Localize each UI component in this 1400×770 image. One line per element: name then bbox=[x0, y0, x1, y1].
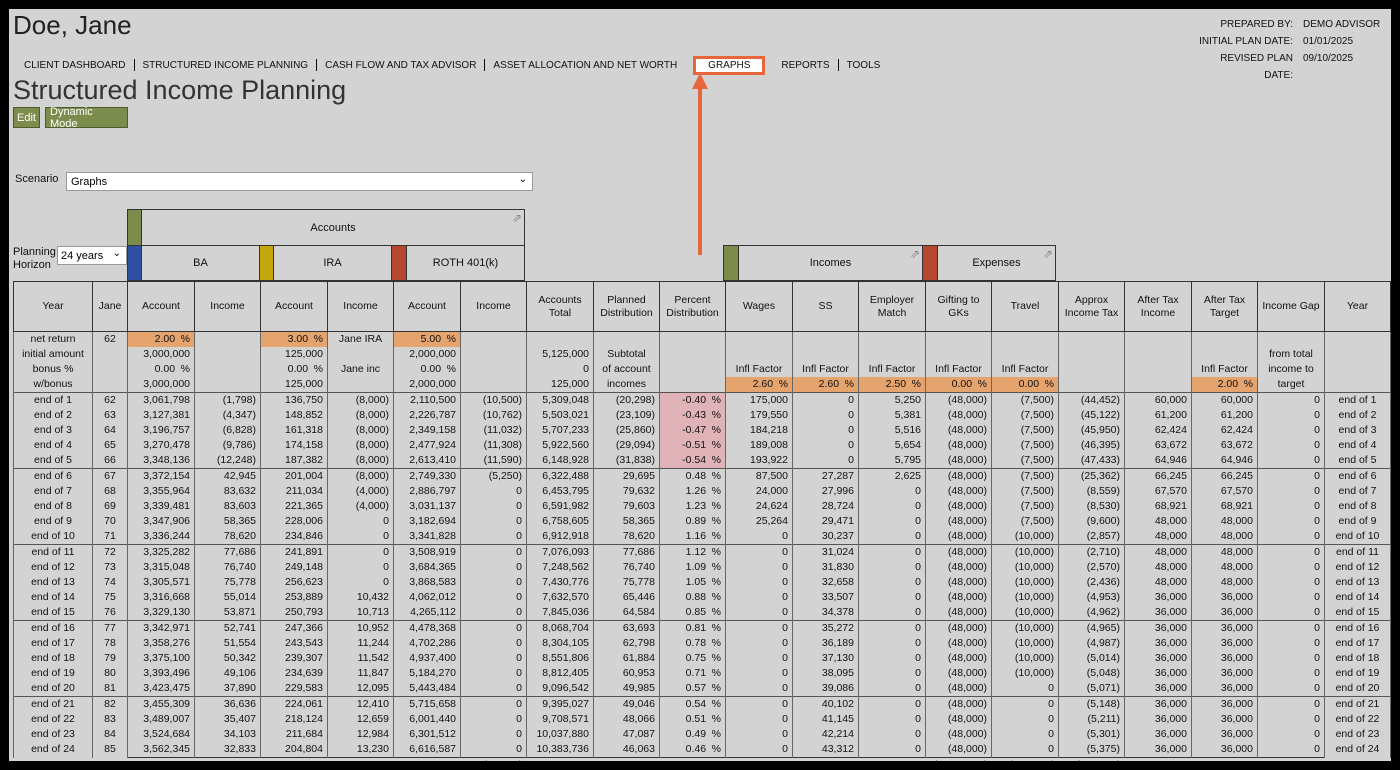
scenario-label: Scenario bbox=[15, 173, 59, 185]
ira-color-swatch bbox=[259, 245, 274, 281]
column-header: Gifting to GKs bbox=[925, 281, 992, 332]
incomes-color-swatch bbox=[723, 245, 739, 281]
planning-horizon-value: 24 years bbox=[61, 249, 104, 262]
column-header: After Tax Income bbox=[1124, 281, 1192, 332]
column-header: Income bbox=[327, 281, 394, 332]
column-header: After Tax Target bbox=[1191, 281, 1258, 332]
table-row: end of 20 81 3,423,475 37,890 229,583 12,095 5… bbox=[13, 681, 1391, 697]
page-title: Structured Income Planning bbox=[13, 75, 347, 105]
accounts-group-header: Accounts ⇗ bbox=[141, 209, 525, 246]
table-row: end of 22 83 3,489,007 35,407 218,124 12,659 6… bbox=[13, 712, 1391, 727]
planning-horizon-select[interactable]: 24 years ⌄ bbox=[57, 246, 127, 265]
table-row: end of 2 63 3,127,381 (4,347) 148,852 (8,000)… bbox=[13, 408, 1391, 423]
chevron-down-icon: ⌄ bbox=[518, 174, 527, 185]
dynamic-mode-button[interactable]: Dynamic Mode bbox=[45, 106, 128, 130]
nav-structured-income-planning[interactable]: STRUCTURED INCOME PLANNING bbox=[135, 60, 317, 71]
plan-info: PREPARED BY: DEMO ADVISOR INITIAL PLAN DA… bbox=[1189, 16, 1380, 84]
table-row: end of 21 82 3,455,309 36,636 224,061 12,410 5… bbox=[13, 696, 1391, 712]
table-row: end of 16 77 3,342,971 52,741 247,366 10,952 4… bbox=[13, 620, 1391, 636]
scenario-value: Graphs bbox=[71, 175, 108, 188]
table-row: end of 15 76 3,329,130 53,871 250,793 10,713 4… bbox=[13, 605, 1391, 621]
initial-date-label: INITIAL PLAN DATE: bbox=[1199, 36, 1293, 47]
nav-reports[interactable]: REPORTS bbox=[773, 60, 837, 71]
param-row-net-return: net return 62 2.00 % 3.00 % Jane IRA 5.00 % bbox=[13, 331, 1391, 347]
table-row: end of 4 65 3,270,478 (9,786) 174,158 (8,000)… bbox=[13, 438, 1391, 453]
ba-color-swatch bbox=[127, 245, 142, 281]
table-row: end of 23 84 3,524,684 34,103 211,684 12,984 6… bbox=[13, 727, 1391, 742]
column-header: Travel bbox=[991, 281, 1059, 332]
roth-color-swatch bbox=[391, 245, 407, 281]
column-header-row: Year Jane Account Income Account Income Accoun… bbox=[13, 281, 1391, 332]
client-name: Doe, Jane bbox=[13, 10, 132, 40]
column-header: SS bbox=[792, 281, 859, 332]
table-row: end of 5 66 3,348,136 (12,248) 187,382 (8,000… bbox=[13, 453, 1391, 469]
roth-header: ROTH 401(k) bbox=[406, 245, 525, 281]
column-header: Employer Match bbox=[858, 281, 926, 332]
expenses-group-header: Expenses ⇗ bbox=[937, 245, 1056, 281]
planning-horizon-label: Planning Horizon bbox=[13, 246, 56, 271]
collapse-arrows-icon[interactable]: ⇗ bbox=[910, 247, 920, 261]
expenses-color-swatch bbox=[922, 245, 938, 281]
edit-button[interactable]: Edit bbox=[13, 107, 40, 128]
ba-header: BA bbox=[141, 245, 260, 281]
table-body: Year Jane Account Income Account Income Accoun… bbox=[13, 281, 1391, 761]
totals-row: 1,031,85974,107(60,442)1,045,5231,083,08… bbox=[14, 757, 1391, 761]
param-row-bonus: bonus % 0.00 % 0.00 % Jane inc 0.00 % 0 of acc… bbox=[13, 362, 1391, 377]
incomes-group-header: Incomes ⇗ bbox=[738, 245, 923, 281]
prepared-by-value: DEMO ADVISOR bbox=[1303, 19, 1381, 30]
table-row: end of 12 73 3,315,048 76,740 249,148 0 3,684,… bbox=[13, 560, 1391, 575]
param-row-initial-amount: initial amount 3,000,000 125,000 2,000,000 5… bbox=[13, 347, 1391, 362]
ira-header: IRA bbox=[273, 245, 392, 281]
table-row: end of 1 62 3,061,798 (1,798) 136,750 (8,000)… bbox=[13, 392, 1391, 408]
table-row: end of 13 74 3,305,571 75,778 256,623 0 3,868,… bbox=[13, 575, 1391, 590]
nav-cash-flow-tax-advisor[interactable]: CASH FLOW AND TAX ADVISOR bbox=[317, 60, 484, 71]
column-header: Year bbox=[1324, 281, 1391, 332]
main-nav: CLIENT DASHBOARD STRUCTURED INCOME PLANN… bbox=[16, 55, 889, 75]
table-row: end of 8 69 3,339,481 83,603 221,365 (4,000) 3… bbox=[13, 499, 1391, 514]
column-header: Income bbox=[194, 281, 261, 332]
revised-date-label: REVISED PLAN DATE: bbox=[1220, 53, 1293, 81]
initial-date-value: 01/01/2025 bbox=[1303, 36, 1354, 47]
column-header: Account bbox=[393, 281, 461, 332]
column-header: Planned Distribution bbox=[593, 281, 660, 332]
table-row: end of 19 80 3,393,496 49,106 234,639 11,847 5… bbox=[13, 666, 1391, 681]
table-row: end of 17 78 3,358,276 51,554 243,543 11,244 4… bbox=[13, 636, 1391, 651]
table-row: end of 7 68 3,355,964 83,632 211,034 (4,000) 2… bbox=[13, 484, 1391, 499]
column-header: Account bbox=[127, 281, 195, 332]
up-arrow-annotation bbox=[692, 73, 708, 255]
table-row: end of 18 79 3,375,100 50,342 239,307 11,542 4… bbox=[13, 651, 1391, 666]
column-header: Wages bbox=[725, 281, 793, 332]
table-row: end of 11 72 3,325,282 77,686 241,891 0 3,508,… bbox=[13, 544, 1391, 560]
scenario-select[interactable]: Graphs ⌄ bbox=[66, 172, 533, 191]
table-row: end of 6 67 3,372,154 42,945 201,004 (8,000) 2… bbox=[13, 468, 1391, 484]
revised-date-value: 09/10/2025 bbox=[1303, 53, 1354, 64]
table-row: end of 24 85 3,562,345 32,833 204,804 13,230 6… bbox=[13, 742, 1391, 758]
table-row: end of 3 64 3,196,757 (6,828) 161,318 (8,000)… bbox=[13, 423, 1391, 438]
chevron-down-icon: ⌄ bbox=[112, 248, 121, 259]
column-header: Percent Distribution bbox=[659, 281, 726, 332]
nav-asset-allocation-net-worth[interactable]: ASSET ALLOCATION AND NET WORTH bbox=[485, 60, 685, 71]
nav-tools[interactable]: TOOLS bbox=[839, 60, 889, 71]
column-header: Income bbox=[460, 281, 527, 332]
table-row: end of 10 71 3,336,244 78,620 234,846 0 3,341,… bbox=[13, 529, 1391, 545]
column-header: Year bbox=[13, 281, 93, 332]
column-header: Income Gap bbox=[1257, 281, 1325, 332]
nav-graphs[interactable]: GRAPHS bbox=[693, 55, 766, 75]
column-header: Approx Income Tax bbox=[1058, 281, 1125, 332]
income-planning-table: Year Jane Account Income Account Income Accoun… bbox=[13, 281, 1391, 761]
column-header: Accounts Total bbox=[526, 281, 594, 332]
table-row: end of 14 75 3,316,668 55,014 253,889 10,432 4… bbox=[13, 590, 1391, 605]
collapse-arrows-icon[interactable]: ⇗ bbox=[512, 211, 522, 225]
app-window: Doe, Jane CLIENT DASHBOARD STRUCTURED IN… bbox=[9, 9, 1391, 761]
prepared-by-label: PREPARED BY: bbox=[1220, 19, 1293, 30]
column-header: Jane bbox=[92, 281, 128, 332]
nav-client-dashboard[interactable]: CLIENT DASHBOARD bbox=[16, 60, 134, 71]
collapse-arrows-icon[interactable]: ⇗ bbox=[1043, 247, 1053, 261]
accounts-color-swatch bbox=[127, 209, 142, 246]
table-row: end of 9 70 3,347,906 58,365 228,006 0 3,182,6… bbox=[13, 514, 1391, 529]
column-header: Account bbox=[260, 281, 328, 332]
param-row-w-bonus: w/bonus 3,000,000 125,000 2,000,000 125,000 i… bbox=[13, 377, 1391, 393]
